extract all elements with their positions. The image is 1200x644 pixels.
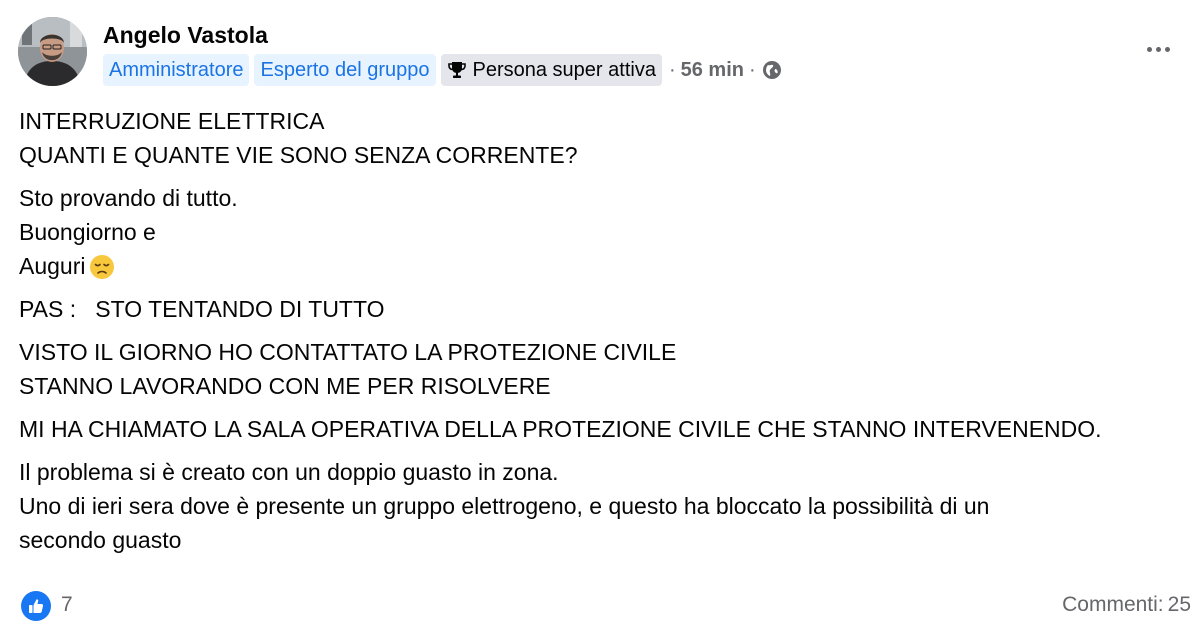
post-line: Buongiorno e [19,219,156,245]
badge-group-expert[interactable]: Esperto del gruppo [254,54,436,86]
post-meta: · 56 min · [667,59,782,82]
like-icon[interactable] [21,591,51,621]
post-line: QUANTI E QUANTE VIE SONO SENZA CORRENTE? [19,142,578,168]
post-line: MI HA CHIAMATO LA SALA OPERATIVA DELLA P… [19,416,1102,442]
disappointed-face-emoji [90,255,115,279]
badge-admin[interactable]: Amministratore [103,54,250,86]
more-dot [1146,46,1152,52]
author-badges: Amministratore Esperto del gruppo Person… [103,53,782,87]
post-line: PAS : STO TENTANDO DI TUTTO [19,296,385,322]
post-timestamp[interactable]: 56 min [681,59,744,82]
post-line-with-emoji: Auguri [19,249,1189,283]
post-line-text: Auguri [19,253,86,279]
more-dot [1164,46,1170,52]
comments-count-link[interactable]: Commenti: 25 [1062,593,1191,617]
post-line: STANNO LAVORANDO CON ME PER RISOLVERE [19,373,551,399]
post-paragraph: Il problema si è creato con un doppio gu… [19,455,1189,557]
thumbs-up-icon [29,599,44,613]
trophy-icon [447,62,466,78]
badge-super-active-label: Persona super attiva [472,58,656,81]
post-paragraph: VISTO IL GIORNO HO CONTATTATO LA PROTEZI… [19,335,1189,403]
badge-super-active[interactable]: Persona super attiva [440,54,662,86]
post-paragraph: INTERRUZIONE ELETTRICA QUANTI E QUANTE V… [19,104,1189,172]
post-footer: 7 Commenti: 25 [19,590,1191,622]
avatar[interactable] [18,17,87,86]
comments-label: Commenti: [1062,593,1164,616]
globe-icon[interactable] [762,60,782,80]
post-line: secondo guasto [19,527,182,553]
post-line: Uno di ieri sera dove è presente un grup… [19,493,990,519]
avatar-image [18,17,87,86]
post-line: INTERRUZIONE ELETTRICA [19,108,325,134]
meta-separator: · [668,58,676,81]
post-line: Sto provando di tutto. [19,185,238,211]
more-options-button[interactable] [1138,34,1178,64]
like-count[interactable]: 7 [61,593,73,617]
post-card: Angelo Vastola Amministratore Esperto de… [0,0,1200,644]
comments-count: 25 [1167,593,1191,616]
more-dot [1155,46,1161,52]
post-body: INTERRUZIONE ELETTRICA QUANTI E QUANTE V… [19,104,1189,566]
post-paragraph: Sto provando di tutto. Buongiorno e Augu… [19,181,1189,283]
meta-separator-2: · [748,58,756,81]
post-paragraph: PAS : STO TENTANDO DI TUTTO [19,292,1189,326]
author-name[interactable]: Angelo Vastola [103,22,268,49]
post-line: VISTO IL GIORNO HO CONTATTATO LA PROTEZI… [19,339,677,365]
post-line: Il problema si è creato con un doppio gu… [19,459,559,485]
post-paragraph: MI HA CHIAMATO LA SALA OPERATIVA DELLA P… [19,412,1189,446]
